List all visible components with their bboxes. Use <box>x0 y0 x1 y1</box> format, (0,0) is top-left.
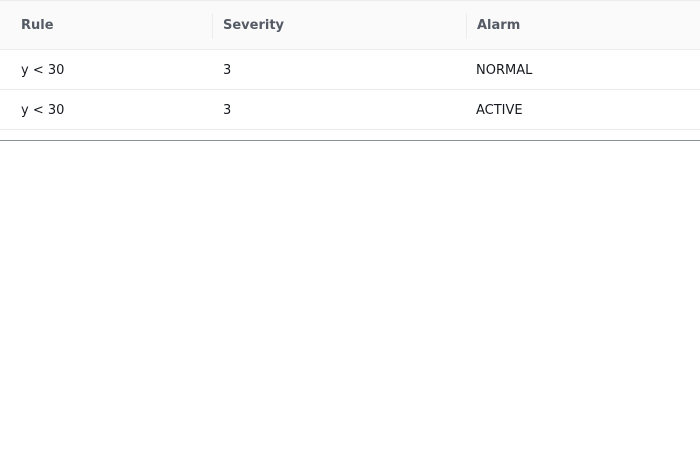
column-header-severity[interactable]: Severity <box>223 1 284 50</box>
cell-severity: 3 <box>223 62 232 78</box>
table-row: y < 30 3 ACTIVE <box>0 90 700 130</box>
table-row: y < 30 3 NORMAL <box>0 50 700 90</box>
column-header-alarm[interactable]: Alarm <box>477 1 520 50</box>
cell-severity: 3 <box>223 102 232 118</box>
cell-alarm: NORMAL <box>476 62 533 78</box>
cell-alarm: ACTIVE <box>476 102 523 118</box>
column-divider[interactable] <box>466 13 467 39</box>
cell-rule: y < 30 <box>21 102 65 118</box>
table-header: Rule Severity Alarm <box>0 0 700 50</box>
table-bottom-border <box>0 140 700 141</box>
alarm-rules-table: Rule Severity Alarm y < 30 3 NORMAL y < … <box>0 0 700 130</box>
cell-rule: y < 30 <box>21 62 65 78</box>
column-header-rule[interactable]: Rule <box>21 1 54 50</box>
column-divider[interactable] <box>212 13 213 39</box>
